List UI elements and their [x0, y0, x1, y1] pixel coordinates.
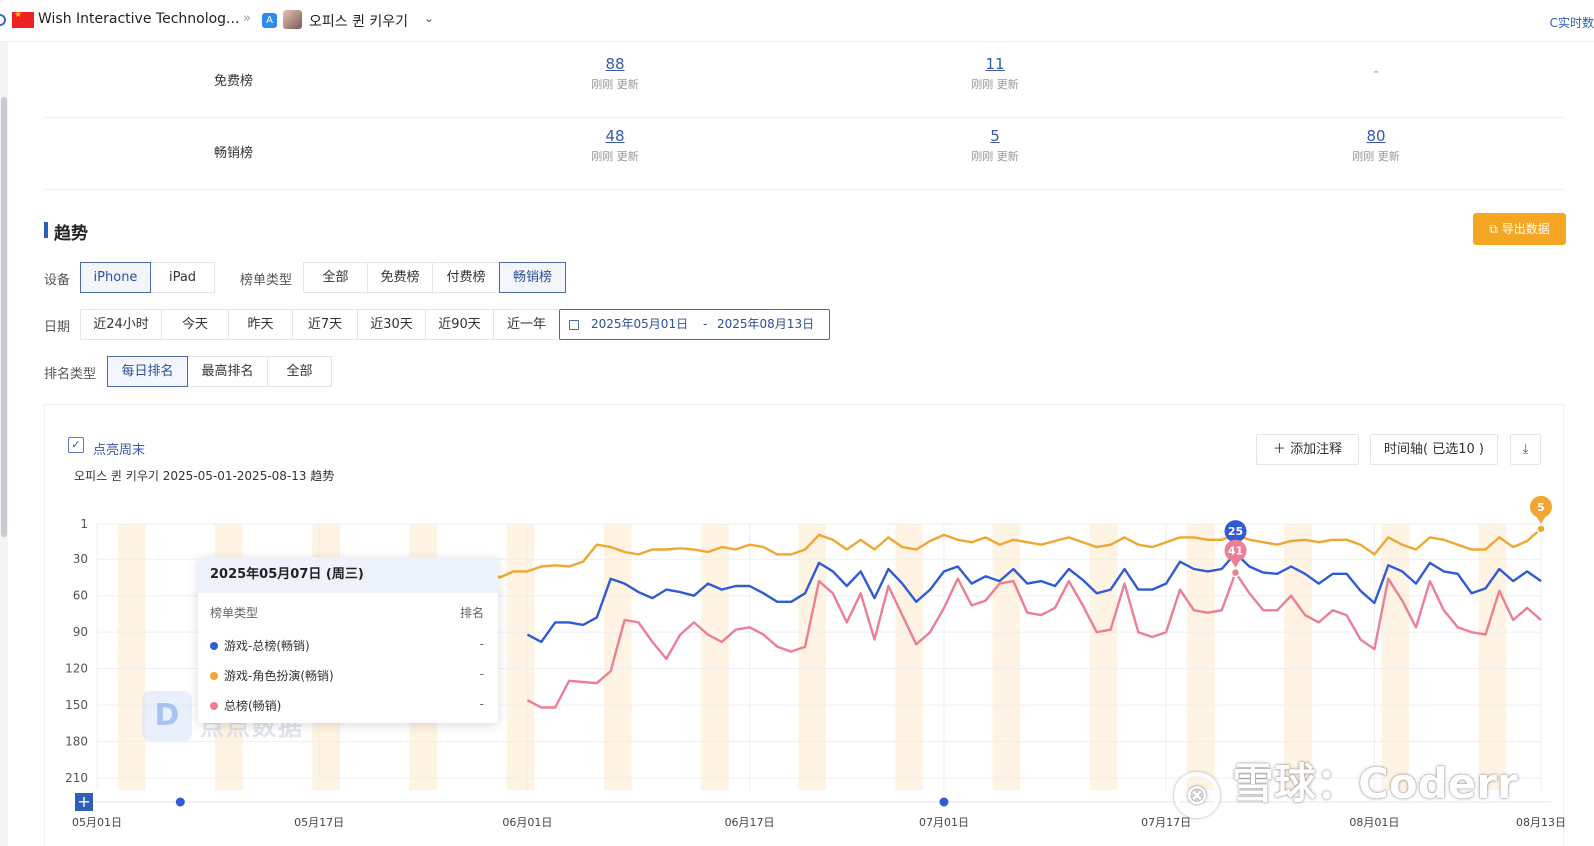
- xueqiu-logo-icon: ⊗: [1174, 772, 1220, 818]
- x-tick-label: 06月17日: [725, 816, 775, 829]
- weekend-stripe: [506, 524, 535, 790]
- timeline-note-dot[interactable]: [939, 797, 949, 807]
- data-point-marker[interactable]: [1230, 567, 1241, 578]
- tooltip-series-name: 总榜(畅销): [224, 699, 282, 713]
- device-iphone-button[interactable]: iPhone: [80, 262, 151, 293]
- marker-label: 25: [1228, 525, 1243, 538]
- tooltip-row: 总榜(畅销) -: [210, 697, 484, 714]
- xueqiu-watermark-text: 雪球：Coderr: [1232, 759, 1518, 808]
- weekend-stripe: [117, 524, 146, 790]
- y-tick-label: 90: [73, 625, 88, 639]
- weekend-stripe: [992, 524, 1021, 790]
- tooltip-header: 榜单类型 排名: [210, 604, 484, 621]
- data-point-marker[interactable]: [1536, 524, 1546, 534]
- y-tick-label: 150: [65, 698, 88, 712]
- tooltip-series-name: 游戏-总榜(畅销): [224, 639, 310, 653]
- y-tick-label: 210: [65, 771, 88, 785]
- tooltip-col-rank: 排名: [459, 606, 484, 620]
- tooltip-series-name: 游戏-角色扮演(畅销): [224, 669, 334, 683]
- series-dot-icon: [210, 642, 218, 650]
- weekend-stripe: [603, 524, 632, 790]
- tooltip-col-type: 榜单类型: [210, 606, 259, 620]
- weekend-stripe: [1089, 524, 1118, 790]
- marker-label: 41: [1228, 545, 1243, 558]
- timeline-add-button[interactable]: +: [75, 793, 93, 811]
- y-tick-label: 60: [73, 589, 88, 603]
- list-type-grossing-button[interactable]: 畅销榜: [499, 262, 566, 293]
- tooltip-series-value: -: [479, 667, 484, 681]
- marker-label: 5: [1537, 501, 1545, 514]
- series-dot-icon: [210, 672, 218, 680]
- tooltip-series-value: -: [479, 637, 484, 651]
- y-tick-label: 1: [80, 517, 88, 531]
- tooltip-row: 游戏-总榜(畅销) -: [210, 637, 484, 654]
- series-dot-icon: [210, 702, 218, 710]
- weekend-stripe: [700, 524, 729, 790]
- timeline-note-dot[interactable]: [175, 797, 185, 807]
- tooltip-title: 2025年05月07日 (周三): [198, 557, 498, 593]
- x-tick-label: 06月01日: [502, 816, 552, 829]
- y-tick-label: 30: [73, 552, 88, 566]
- x-tick-label: 05月01日: [72, 816, 122, 829]
- weekend-stripe: [895, 524, 924, 790]
- rank-type-daily-button[interactable]: 每日排名: [107, 356, 188, 387]
- chart-tooltip: 2025年05月07日 (周三) 榜单类型 排名 游戏-总榜(畅销) - 游戏-…: [198, 557, 498, 723]
- tooltip-row: 游戏-角色扮演(畅销) -: [210, 667, 484, 684]
- y-tick-label: 120: [65, 662, 88, 676]
- x-tick-label: 05月17日: [294, 816, 344, 829]
- x-tick-label: 07月01日: [919, 816, 969, 829]
- tooltip-series-value: -: [479, 697, 484, 711]
- y-tick-label: 180: [65, 735, 88, 749]
- x-tick-label: 08月13日: [1516, 816, 1566, 829]
- diandian-logo-icon: D: [142, 691, 192, 741]
- xueqiu-watermark: ⊗ 雪球：Coderr: [1174, 750, 1518, 818]
